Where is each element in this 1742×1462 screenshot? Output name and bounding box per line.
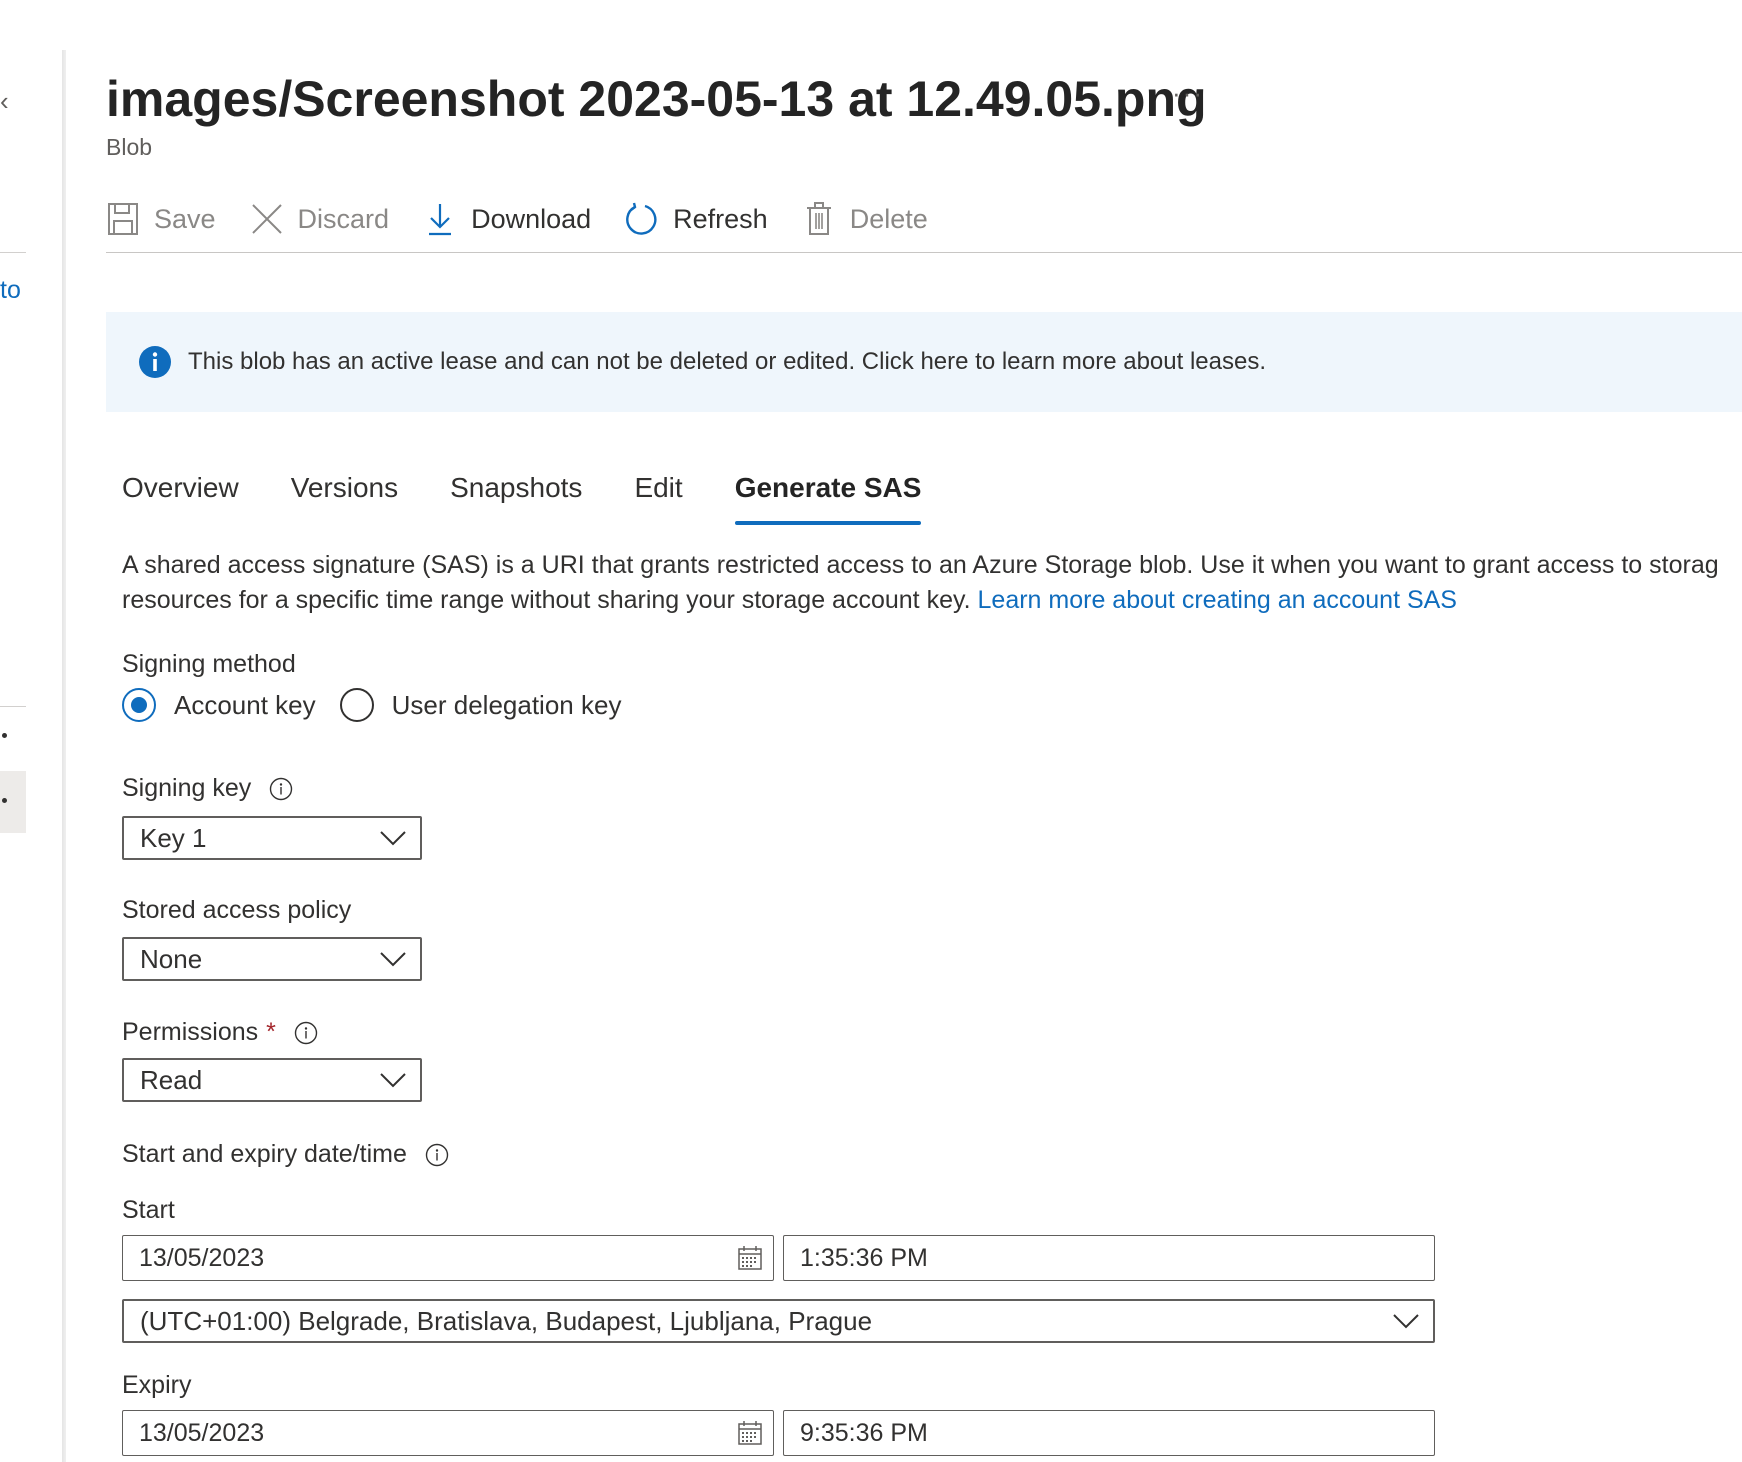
signing-method-label-text: Signing method xyxy=(122,650,296,678)
description-line-1: A shared access signature (SAS) is a URI… xyxy=(122,551,1719,579)
dates-label: Start and expiry date/time xyxy=(122,1140,449,1169)
tab-bar: Overview Versions Snapshots Edit Generat… xyxy=(122,464,973,525)
account-key-label: Account key xyxy=(174,689,316,720)
refresh-label: Refresh xyxy=(673,203,768,234)
signing-key-label: Signing key xyxy=(122,774,293,803)
discard-label: Discard xyxy=(297,203,390,234)
left-list-dot xyxy=(2,733,7,738)
left-divider xyxy=(0,706,26,707)
command-bar: Save Discard Download Refresh Delete xyxy=(106,190,1742,248)
expiry-time-input[interactable]: 9:35:36 PM xyxy=(783,1410,1435,1456)
learn-more-link[interactable]: Learn more about creating an account SAS xyxy=(978,586,1457,614)
stored-policy-value: None xyxy=(140,943,203,974)
tab-generate-sas[interactable]: Generate SAS xyxy=(734,464,921,525)
description-line-2-text: resources for a specific time range with… xyxy=(122,586,978,614)
download-icon xyxy=(423,201,457,237)
required-asterisk: * xyxy=(266,1018,276,1046)
toolbar-divider xyxy=(106,252,1742,253)
start-time-input[interactable]: 1:35:36 PM xyxy=(783,1235,1435,1281)
radio-unselected-icon xyxy=(339,688,374,722)
start-label: Start xyxy=(122,1196,175,1225)
chevron-down-icon xyxy=(380,831,406,846)
trash-icon xyxy=(802,201,836,237)
timezone-value: (UTC+01:00) Belgrade, Bratislava, Budape… xyxy=(140,1305,873,1336)
permissions-value: Read xyxy=(140,1064,203,1095)
delete-label: Delete xyxy=(849,203,928,234)
dates-label-text: Start and expiry date/time xyxy=(122,1140,407,1168)
permissions-label-text: Permissions xyxy=(122,1018,259,1046)
refresh-button[interactable]: Refresh xyxy=(625,201,768,237)
signing-key-dropdown[interactable]: Key 1 xyxy=(122,816,422,860)
timezone-dropdown[interactable]: (UTC+01:00) Belgrade, Bratislava, Budape… xyxy=(122,1299,1435,1343)
signing-key-label-text: Signing key xyxy=(122,774,252,802)
permissions-dropdown[interactable]: Read xyxy=(122,1058,422,1102)
stored-policy-dropdown[interactable]: None xyxy=(122,937,422,981)
permissions-label: Permissions * xyxy=(122,1018,318,1047)
info-icon[interactable] xyxy=(269,777,293,801)
expiry-time-value: 9:35:36 PM xyxy=(800,1418,928,1447)
start-label-text: Start xyxy=(122,1196,175,1224)
expiry-label-text: Expiry xyxy=(122,1371,192,1399)
page-subtitle: Blob xyxy=(106,134,153,160)
chevron-down-icon xyxy=(1393,1314,1419,1329)
start-time-value: 1:35:36 PM xyxy=(800,1243,928,1272)
signing-key-value: Key 1 xyxy=(140,822,207,853)
info-icon[interactable] xyxy=(294,1021,318,1045)
start-date-value: 13/05/2023 xyxy=(139,1243,265,1272)
calendar-icon[interactable] xyxy=(737,1420,763,1446)
sas-description: A shared access signature (SAS) is a URI… xyxy=(122,548,1742,618)
tab-versions[interactable]: Versions xyxy=(291,464,398,524)
download-button[interactable]: Download xyxy=(423,201,591,237)
lease-info-banner[interactable]: This blob has an active lease and can no… xyxy=(106,312,1742,412)
page-title: images/Screenshot 2023-05-13 at 12.49.05… xyxy=(106,71,1207,127)
left-list-dot xyxy=(2,798,7,803)
signing-method-radio-group: Account key User delegation key xyxy=(122,688,645,722)
info-icon xyxy=(139,346,171,378)
stored-policy-label: Stored access policy xyxy=(122,896,351,925)
user-delegation-key-radio[interactable]: User delegation key xyxy=(339,688,622,722)
banner-message: This blob has an active lease and can no… xyxy=(188,348,1266,375)
left-link[interactable]: to xyxy=(0,276,21,305)
tab-overview[interactable]: Overview xyxy=(122,464,239,524)
user-delegation-key-label: User delegation key xyxy=(391,689,622,720)
close-icon xyxy=(250,201,284,237)
calendar-icon[interactable] xyxy=(737,1245,763,1271)
signing-method-label: Signing method xyxy=(122,650,296,679)
save-icon xyxy=(106,201,140,237)
expiry-date-input[interactable]: 13/05/2023 xyxy=(122,1410,774,1456)
radio-selected-icon xyxy=(122,688,156,722)
save-button[interactable]: Save xyxy=(106,201,216,237)
stored-policy-label-text: Stored access policy xyxy=(122,896,352,924)
left-divider xyxy=(0,252,26,253)
tab-edit[interactable]: Edit xyxy=(634,464,682,524)
more-options-button[interactable]: ··· xyxy=(1172,78,1204,109)
left-blade xyxy=(0,0,66,1462)
chevron-down-icon xyxy=(380,1073,406,1088)
refresh-icon xyxy=(625,201,659,237)
expiry-date-value: 13/05/2023 xyxy=(139,1418,265,1447)
chevron-down-icon xyxy=(380,952,406,967)
description-line-2: resources for a specific time range with… xyxy=(122,583,1742,618)
collapse-chevron-icon[interactable]: ‹ xyxy=(0,86,9,117)
save-label: Save xyxy=(154,203,216,234)
download-label: Download xyxy=(471,203,592,234)
discard-button[interactable]: Discard xyxy=(250,201,390,237)
info-icon[interactable] xyxy=(425,1143,449,1167)
blob-panel: images/Screenshot 2023-05-13 at 12.49.05… xyxy=(66,0,1742,1462)
start-date-input[interactable]: 13/05/2023 xyxy=(122,1235,774,1281)
expiry-label: Expiry xyxy=(122,1371,191,1400)
account-key-radio[interactable]: Account key xyxy=(122,688,316,722)
delete-button[interactable]: Delete xyxy=(802,201,928,237)
tab-snapshots[interactable]: Snapshots xyxy=(450,464,582,524)
